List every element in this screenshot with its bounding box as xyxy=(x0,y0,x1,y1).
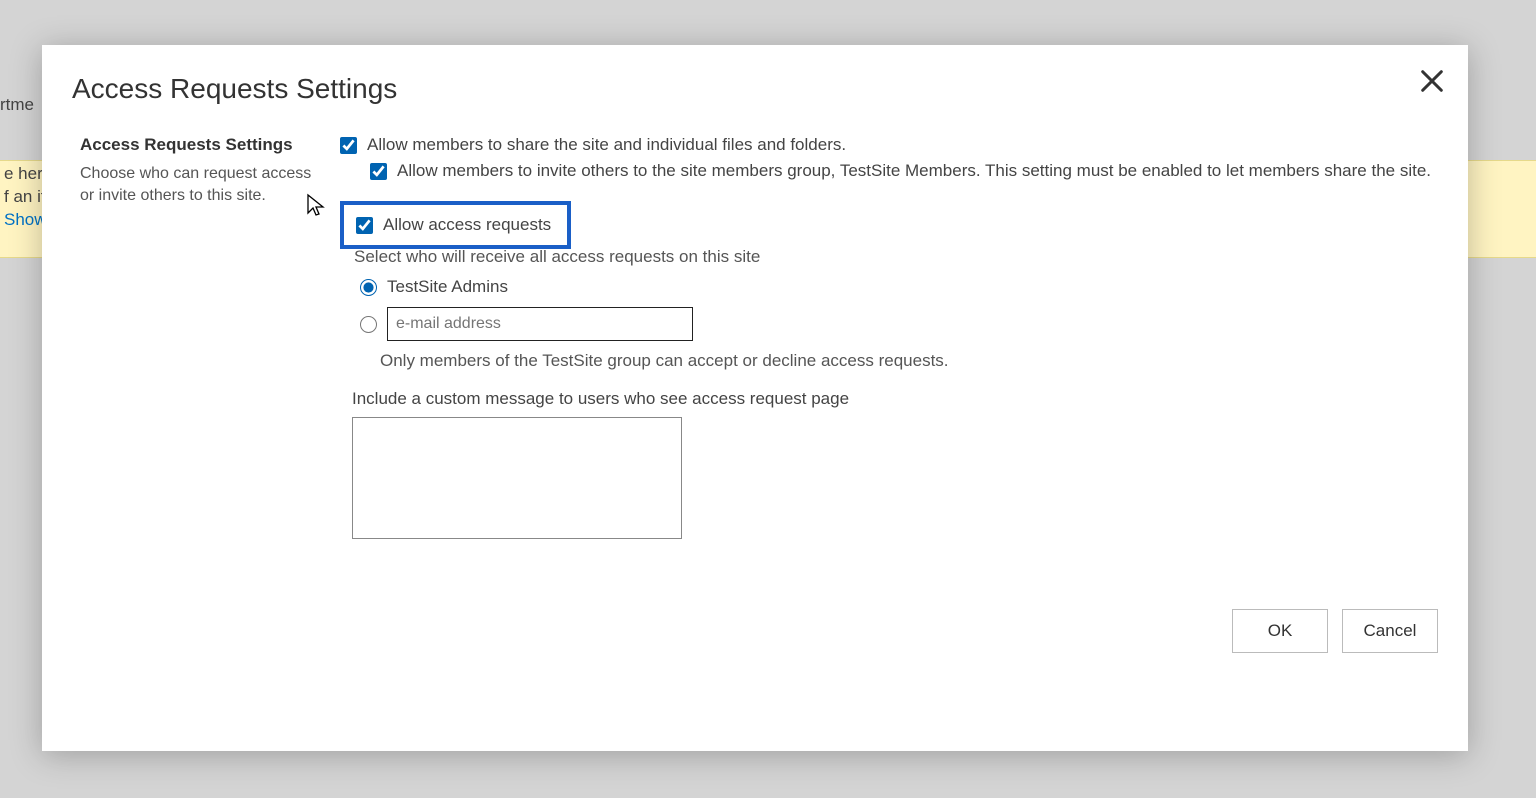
checkbox-allow-access-requests-label: Allow access requests xyxy=(383,215,551,235)
close-icon[interactable] xyxy=(1418,67,1446,95)
settings-column: Allow members to share the site and indi… xyxy=(340,135,1438,544)
dialog-title: Access Requests Settings xyxy=(72,73,1438,105)
select-recipient-label: Select who will receive all access reque… xyxy=(354,247,1438,267)
bg-show-link[interactable]: Show xyxy=(4,210,47,229)
checkbox-allow-invite-label: Allow members to invite others to the si… xyxy=(397,161,1431,181)
section-heading: Access Requests Settings xyxy=(80,135,320,155)
radio-testsite-admins-label: TestSite Admins xyxy=(387,277,508,297)
radio-email-address[interactable] xyxy=(360,316,377,333)
custom-message-textarea[interactable] xyxy=(352,417,682,539)
ok-button[interactable]: OK xyxy=(1232,609,1328,653)
email-address-input[interactable] xyxy=(387,307,693,341)
highlight-allow-access: Allow access requests xyxy=(340,201,571,249)
access-note: Only members of the TestSite group can a… xyxy=(380,351,1438,371)
checkbox-allow-share[interactable] xyxy=(340,137,357,154)
radio-testsite-admins[interactable] xyxy=(360,279,377,296)
checkbox-allow-access-requests[interactable] xyxy=(356,217,373,234)
checkbox-allow-share-label: Allow members to share the site and indi… xyxy=(367,135,846,155)
bg-text-fragment: rtme xyxy=(0,95,34,115)
section-description: Choose who can request access or invite … xyxy=(80,163,320,206)
access-requests-dialog: Access Requests Settings Access Requests… xyxy=(42,45,1468,751)
cancel-button[interactable]: Cancel xyxy=(1342,609,1438,653)
left-description-column: Access Requests Settings Choose who can … xyxy=(72,135,340,206)
custom-message-label: Include a custom message to users who se… xyxy=(352,389,1438,409)
checkbox-allow-invite[interactable] xyxy=(370,163,387,180)
